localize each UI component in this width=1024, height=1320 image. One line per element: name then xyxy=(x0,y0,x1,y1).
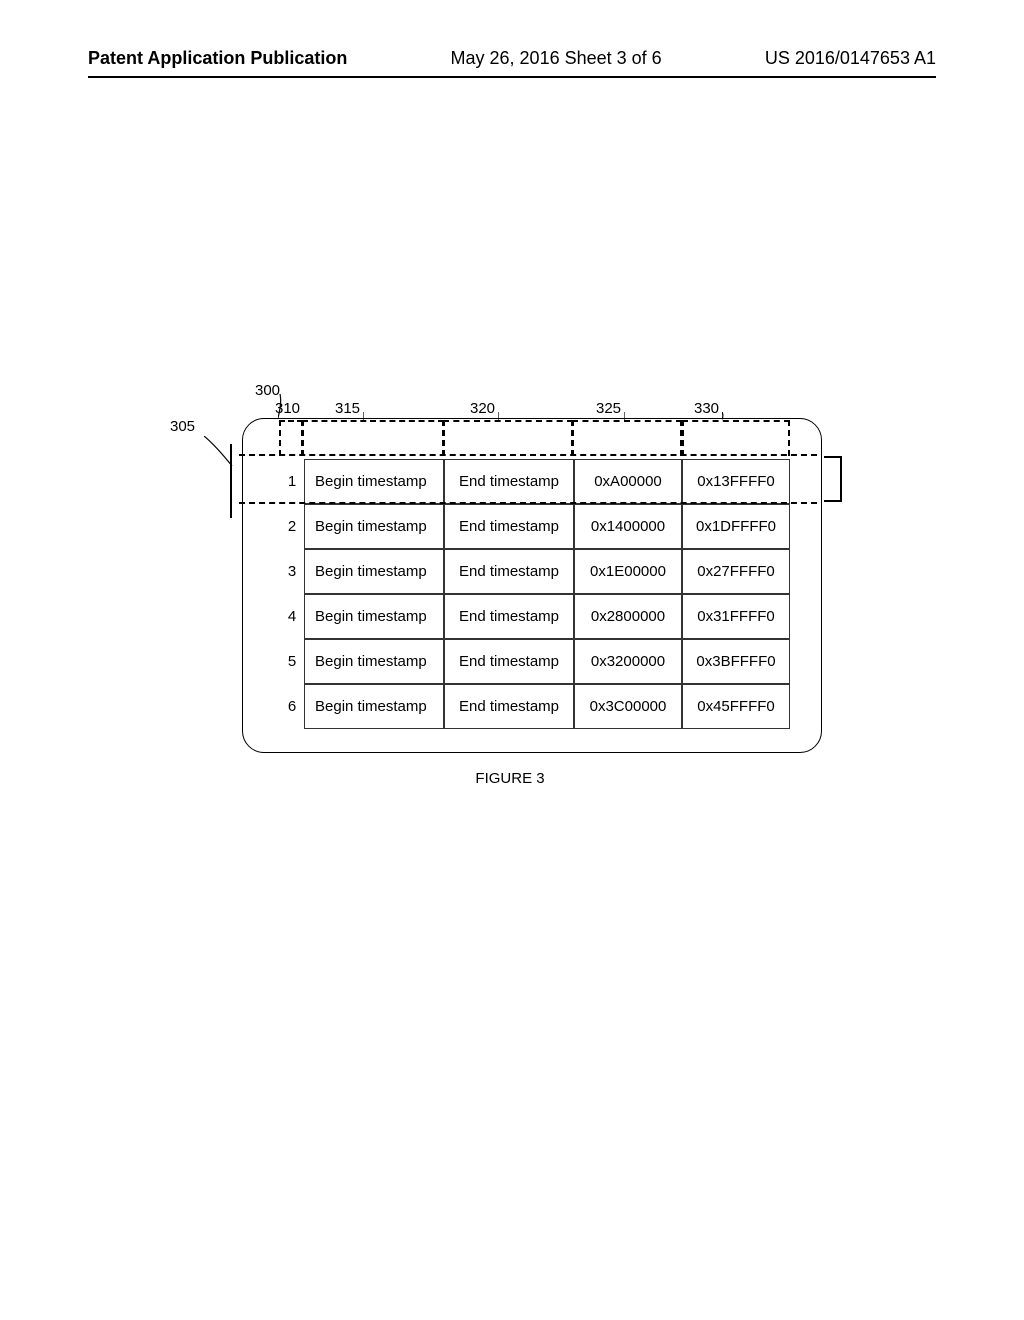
begin-timestamp-cell: Begin timestamp xyxy=(304,594,444,639)
header-center: May 26, 2016 Sheet 3 of 6 xyxy=(451,48,662,69)
row-bracket-right xyxy=(824,456,842,502)
figure-panel: 1 Begin timestamp End timestamp 0xA00000… xyxy=(242,418,822,753)
ref-315-label: 315 xyxy=(335,400,360,417)
end-address-cell: 0x27FFFF0 xyxy=(682,549,790,594)
start-address-cell: 0x1400000 xyxy=(574,504,682,549)
header-left: Patent Application Publication xyxy=(88,48,347,69)
end-timestamp-cell: End timestamp xyxy=(444,549,574,594)
row-index: 3 xyxy=(280,549,304,594)
end-address-cell: 0x3BFFFF0 xyxy=(682,639,790,684)
row-index: 5 xyxy=(280,639,304,684)
row-index: 4 xyxy=(280,594,304,639)
end-timestamp-cell: End timestamp xyxy=(444,639,574,684)
ref-310-label: 310 xyxy=(275,400,300,417)
table-row: 6 Begin timestamp End timestamp 0x3C0000… xyxy=(280,684,792,729)
table-row: 5 Begin timestamp End timestamp 0x320000… xyxy=(280,639,792,684)
ref-300-label: 300 xyxy=(255,382,280,399)
end-address-cell: 0x1DFFFF0 xyxy=(682,504,790,549)
header-divider xyxy=(88,76,936,78)
table-row: 2 Begin timestamp End timestamp 0x140000… xyxy=(280,504,792,549)
begin-timestamp-cell: Begin timestamp xyxy=(304,684,444,729)
row-index: 1 xyxy=(280,459,304,504)
table-row: 3 Begin timestamp End timestamp 0x1E0000… xyxy=(280,549,792,594)
end-timestamp-cell: End timestamp xyxy=(444,594,574,639)
mapping-table: 1 Begin timestamp End timestamp 0xA00000… xyxy=(280,459,792,729)
page-header: Patent Application Publication May 26, 2… xyxy=(0,48,1024,69)
row-index: 6 xyxy=(280,684,304,729)
ref-330-label: 330 xyxy=(694,400,719,417)
begin-timestamp-cell: Begin timestamp xyxy=(304,639,444,684)
begin-timestamp-cell: Begin timestamp xyxy=(304,549,444,594)
start-address-cell: 0x1E00000 xyxy=(574,549,682,594)
start-address-cell: 0x3200000 xyxy=(574,639,682,684)
ref-320-label: 320 xyxy=(470,400,495,417)
begin-timestamp-cell: Begin timestamp xyxy=(304,459,444,504)
end-timestamp-cell: End timestamp xyxy=(444,684,574,729)
ref-325-label: 325 xyxy=(596,400,621,417)
end-address-cell: 0x45FFFF0 xyxy=(682,684,790,729)
end-address-cell: 0x31FFFF0 xyxy=(682,594,790,639)
table-row: 4 Begin timestamp End timestamp 0x280000… xyxy=(280,594,792,639)
table-row: 1 Begin timestamp End timestamp 0xA00000… xyxy=(280,459,792,504)
end-address-cell: 0x13FFFF0 xyxy=(682,459,790,504)
row-bracket-left xyxy=(230,444,244,518)
start-address-cell: 0x3C00000 xyxy=(574,684,682,729)
begin-timestamp-cell: Begin timestamp xyxy=(304,504,444,549)
ref-305-label: 305 xyxy=(170,418,195,435)
start-address-cell: 0xA00000 xyxy=(574,459,682,504)
end-timestamp-cell: End timestamp xyxy=(444,504,574,549)
figure-caption: FIGURE 3 xyxy=(170,770,850,787)
end-timestamp-cell: End timestamp xyxy=(444,459,574,504)
header-right: US 2016/0147653 A1 xyxy=(765,48,936,69)
start-address-cell: 0x2800000 xyxy=(574,594,682,639)
row-index: 2 xyxy=(280,504,304,549)
